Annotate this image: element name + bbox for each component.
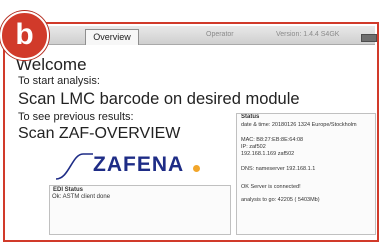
top-bar: Overview Operator Version: 1.4.4 S4GK	[7, 26, 377, 45]
status-server: OK Server is connected!	[241, 184, 301, 190]
battery-icon	[361, 34, 377, 42]
status-ip: IP: zaf502	[241, 144, 266, 150]
start-analysis-instruction: To start analysis:	[18, 75, 100, 87]
edi-status-panel: EDI Status Ok: ASTM client done	[49, 185, 231, 235]
version-label: Version: 1.4.4 S4GK	[276, 31, 340, 38]
logo-curve-icon	[55, 153, 93, 180]
logo-wordmark: ZAFENA	[93, 153, 185, 176]
step-badge: b	[0, 11, 49, 60]
previous-results-instruction: To see previous results:	[18, 111, 134, 123]
scan-module-prompt: Scan LMC barcode on desired module	[18, 90, 300, 108]
status-dns: DNS: nameserver 192.168.1.1	[241, 166, 316, 172]
edi-status-title: EDI Status	[53, 187, 84, 193]
zafena-logo: ZAFENA	[55, 151, 205, 181]
status-analysis: analysis to go: 42205 ( 5403Mb)	[241, 197, 320, 203]
status-ip-full: 192.168.1.169 zaf502	[241, 151, 295, 157]
operator-label: Operator	[206, 31, 234, 38]
logo-dot-icon	[193, 165, 200, 172]
status-title: Status	[241, 114, 260, 120]
status-panel: Status date & time: 20180126 1324 Europe…	[236, 113, 376, 235]
tab-overview[interactable]: Overview	[85, 29, 139, 45]
scan-overview-prompt: Scan ZAF-OVERVIEW	[18, 125, 181, 142]
edi-status-line: Ok: ASTM client done	[52, 194, 111, 200]
badge-letter: b	[15, 18, 34, 51]
status-datetime: date & time: 20180126 1324 Europe/Stockh…	[241, 122, 357, 128]
status-mac: MAC: B8:27:EB:8E:64:08	[241, 137, 304, 143]
